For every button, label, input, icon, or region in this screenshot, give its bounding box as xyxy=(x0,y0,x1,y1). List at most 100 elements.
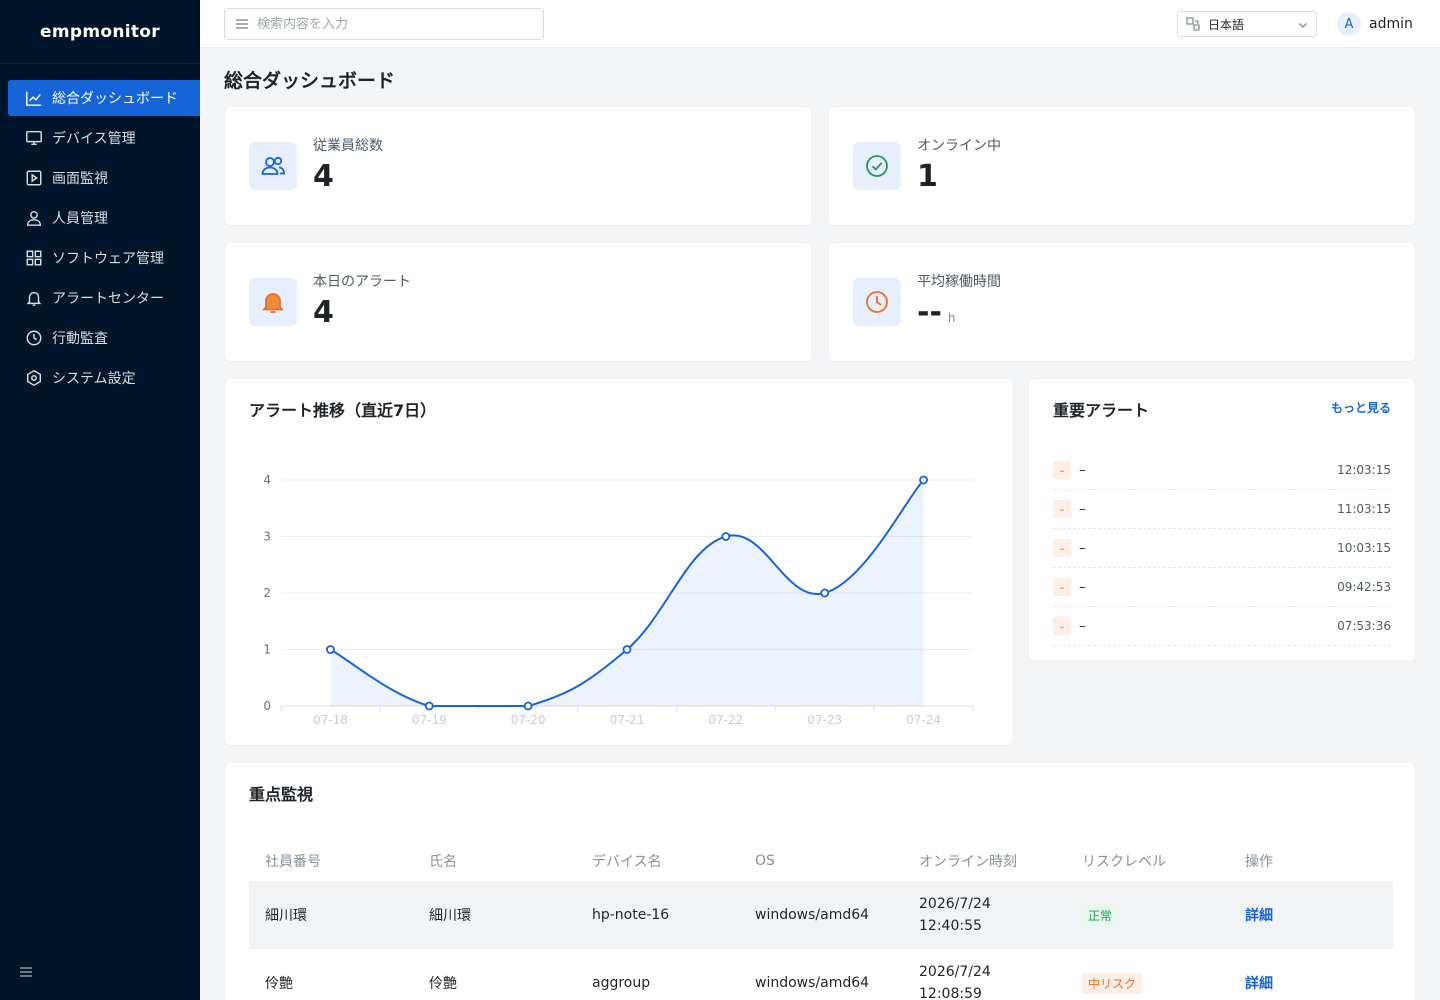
stat-value: 1 xyxy=(917,159,938,194)
alert-tag: – xyxy=(1053,539,1071,557)
alert-time: 07:53:36 xyxy=(1337,619,1391,633)
avatar: A xyxy=(1337,12,1361,36)
detail-link[interactable]: 詳細 xyxy=(1245,908,1273,924)
cell-risk: 中リスク xyxy=(1066,949,1229,1000)
x-tick-label: 07-18 xyxy=(313,713,348,727)
data-point xyxy=(523,701,533,711)
column-header: 社員番号 xyxy=(265,854,321,870)
sidebar-item-label: 画面監視 xyxy=(52,171,108,187)
online-date: 2026/7/24 xyxy=(919,896,991,912)
table-row[interactable]: 伶艶 伶艶 aggroup windows/amd64 2026/7/24 12… xyxy=(249,949,1393,1000)
table-header-row: 社員番号 氏名 デバイス名 OS オンライン時刻 リスクレベル 操作 xyxy=(249,841,1393,881)
stat-label: 平均稼働時間 xyxy=(917,274,1001,290)
list-item[interactable]: – – 10:03:15 xyxy=(1053,529,1391,568)
cell-employee-id: 細川環 xyxy=(249,881,413,949)
stat-value-number: -- xyxy=(917,295,942,330)
y-tick-label: 3 xyxy=(263,530,271,544)
sidebar-menu: 総合ダッシュボード デバイス管理 画面監視 人員管理 ソフトウェア管理 アラート… xyxy=(0,80,200,396)
alert-tag: – xyxy=(1053,617,1071,635)
alert-time: 10:03:15 xyxy=(1337,541,1391,555)
y-tick-label: 0 xyxy=(263,699,271,713)
app-logo: empmonitor xyxy=(0,0,200,64)
x-tick-label: 07-19 xyxy=(412,713,447,727)
stat-card-today-alerts: 本日のアラート 4 xyxy=(225,243,811,361)
alert-text: – xyxy=(1079,540,1086,556)
sidebar-item-devices[interactable]: デバイス管理 xyxy=(8,120,200,156)
alert-tag: – xyxy=(1053,578,1071,596)
user-menu[interactable]: A admin xyxy=(1337,12,1413,36)
translate-icon xyxy=(1186,17,1200,31)
users-icon xyxy=(249,142,297,190)
top-header: 日本語 A admin xyxy=(200,0,1440,48)
status-badge: 中リスク xyxy=(1082,972,1143,994)
bell-icon xyxy=(24,288,44,308)
online-time: 12:08:59 xyxy=(919,986,982,1000)
search-input[interactable] xyxy=(257,16,527,32)
alert-trend-chart: 0 1 2 3 4 07-18 07-19 07-20 07-21 07-22 07-23 07-24 xyxy=(263,473,974,727)
data-point xyxy=(424,701,434,711)
sidebar-item-label: ソフトウェア管理 xyxy=(52,251,164,267)
page-title: 総合ダッシュボード xyxy=(224,70,396,92)
bell-icon xyxy=(249,278,297,326)
stat-value: 4 xyxy=(313,159,334,194)
search-box[interactable] xyxy=(224,8,544,40)
cell-online-time: 2026/7/24 12:40:55 xyxy=(903,881,1066,949)
menu-collapse-icon[interactable] xyxy=(18,964,34,978)
cell-employee-id: 伶艶 xyxy=(265,976,293,992)
stat-card-avg-working-time: 平均稼働時間 -- h xyxy=(829,243,1415,361)
check-circle-icon xyxy=(853,142,901,190)
sidebar-item-software[interactable]: ソフトウェア管理 xyxy=(8,240,200,276)
hexagon-settings-icon xyxy=(24,368,44,388)
list-item[interactable]: – – 07:53:36 xyxy=(1053,607,1391,646)
data-point xyxy=(721,532,731,541)
list-item[interactable]: – – 09:42:53 xyxy=(1053,568,1391,607)
column-header: 操作 xyxy=(1245,854,1273,870)
sidebar: empmonitor 総合ダッシュボード デバイス管理 画面監視 人員管理 ソフ… xyxy=(0,0,200,1000)
sidebar-item-screen-monitor[interactable]: 画面監視 xyxy=(8,160,200,196)
user-icon xyxy=(24,208,44,228)
sidebar-item-label: 総合ダッシュボード xyxy=(52,91,178,107)
stat-value: 4 xyxy=(313,295,334,330)
chart-line-icon xyxy=(24,88,44,108)
x-tick-label: 07-23 xyxy=(807,713,842,727)
data-point xyxy=(326,645,335,654)
data-point xyxy=(820,588,830,598)
cell-action: 詳細 xyxy=(1229,949,1393,1000)
sidebar-item-label: 行動監査 xyxy=(52,331,108,347)
clock-icon xyxy=(24,328,44,348)
cell-device: hp-note-16 xyxy=(576,881,739,949)
data-point xyxy=(919,475,928,485)
alert-text: – xyxy=(1079,618,1086,634)
list-item[interactable]: – – 11:03:15 xyxy=(1053,490,1391,529)
menu-lines-icon xyxy=(236,19,248,29)
cell-online-time: 2026/7/24 12:08:59 xyxy=(903,949,1066,1000)
stat-label: 従業員総数 xyxy=(313,138,383,154)
sidebar-item-label: デバイス管理 xyxy=(52,131,136,147)
detail-link[interactable]: 詳細 xyxy=(1245,976,1273,992)
status-badge: 正常 xyxy=(1082,904,1119,926)
column-header: OS xyxy=(755,853,775,869)
data-point xyxy=(622,645,632,654)
table-row[interactable]: 細川環 細川環 hp-note-16 windows/amd64 2026/7/… xyxy=(249,881,1393,949)
clock-icon xyxy=(853,278,901,326)
y-tick-label: 2 xyxy=(263,586,271,600)
language-select[interactable]: 日本語 xyxy=(1177,11,1317,37)
y-tick-label: 1 xyxy=(263,643,271,657)
alert-time: 09:42:53 xyxy=(1337,580,1391,594)
sidebar-item-system-settings[interactable]: システム設定 xyxy=(8,360,200,396)
sidebar-item-behavior-audit[interactable]: 行動監査 xyxy=(8,320,200,356)
sidebar-item-dashboard[interactable]: 総合ダッシュボード xyxy=(8,80,200,116)
alert-list: – – 12:03:15 – – 11:03:15 – – 10:03:15 –… xyxy=(1053,451,1391,646)
online-time: 12:40:55 xyxy=(919,918,982,934)
x-tick-label: 07-21 xyxy=(610,713,645,727)
cell-action: 詳細 xyxy=(1229,881,1393,949)
list-item[interactable]: – – 12:03:15 xyxy=(1053,451,1391,490)
more-link[interactable]: もっと見る xyxy=(1331,399,1391,416)
cell-os: windows/amd64 xyxy=(739,881,903,949)
sidebar-item-staff[interactable]: 人員管理 xyxy=(8,200,200,236)
stat-label: オンライン中 xyxy=(917,138,1001,154)
sidebar-item-alert-center[interactable]: アラートセンター xyxy=(8,280,200,316)
alert-text: – xyxy=(1079,579,1086,595)
cell-os: windows/amd64 xyxy=(755,975,870,991)
stat-card-online: オンライン中 1 xyxy=(829,107,1415,225)
